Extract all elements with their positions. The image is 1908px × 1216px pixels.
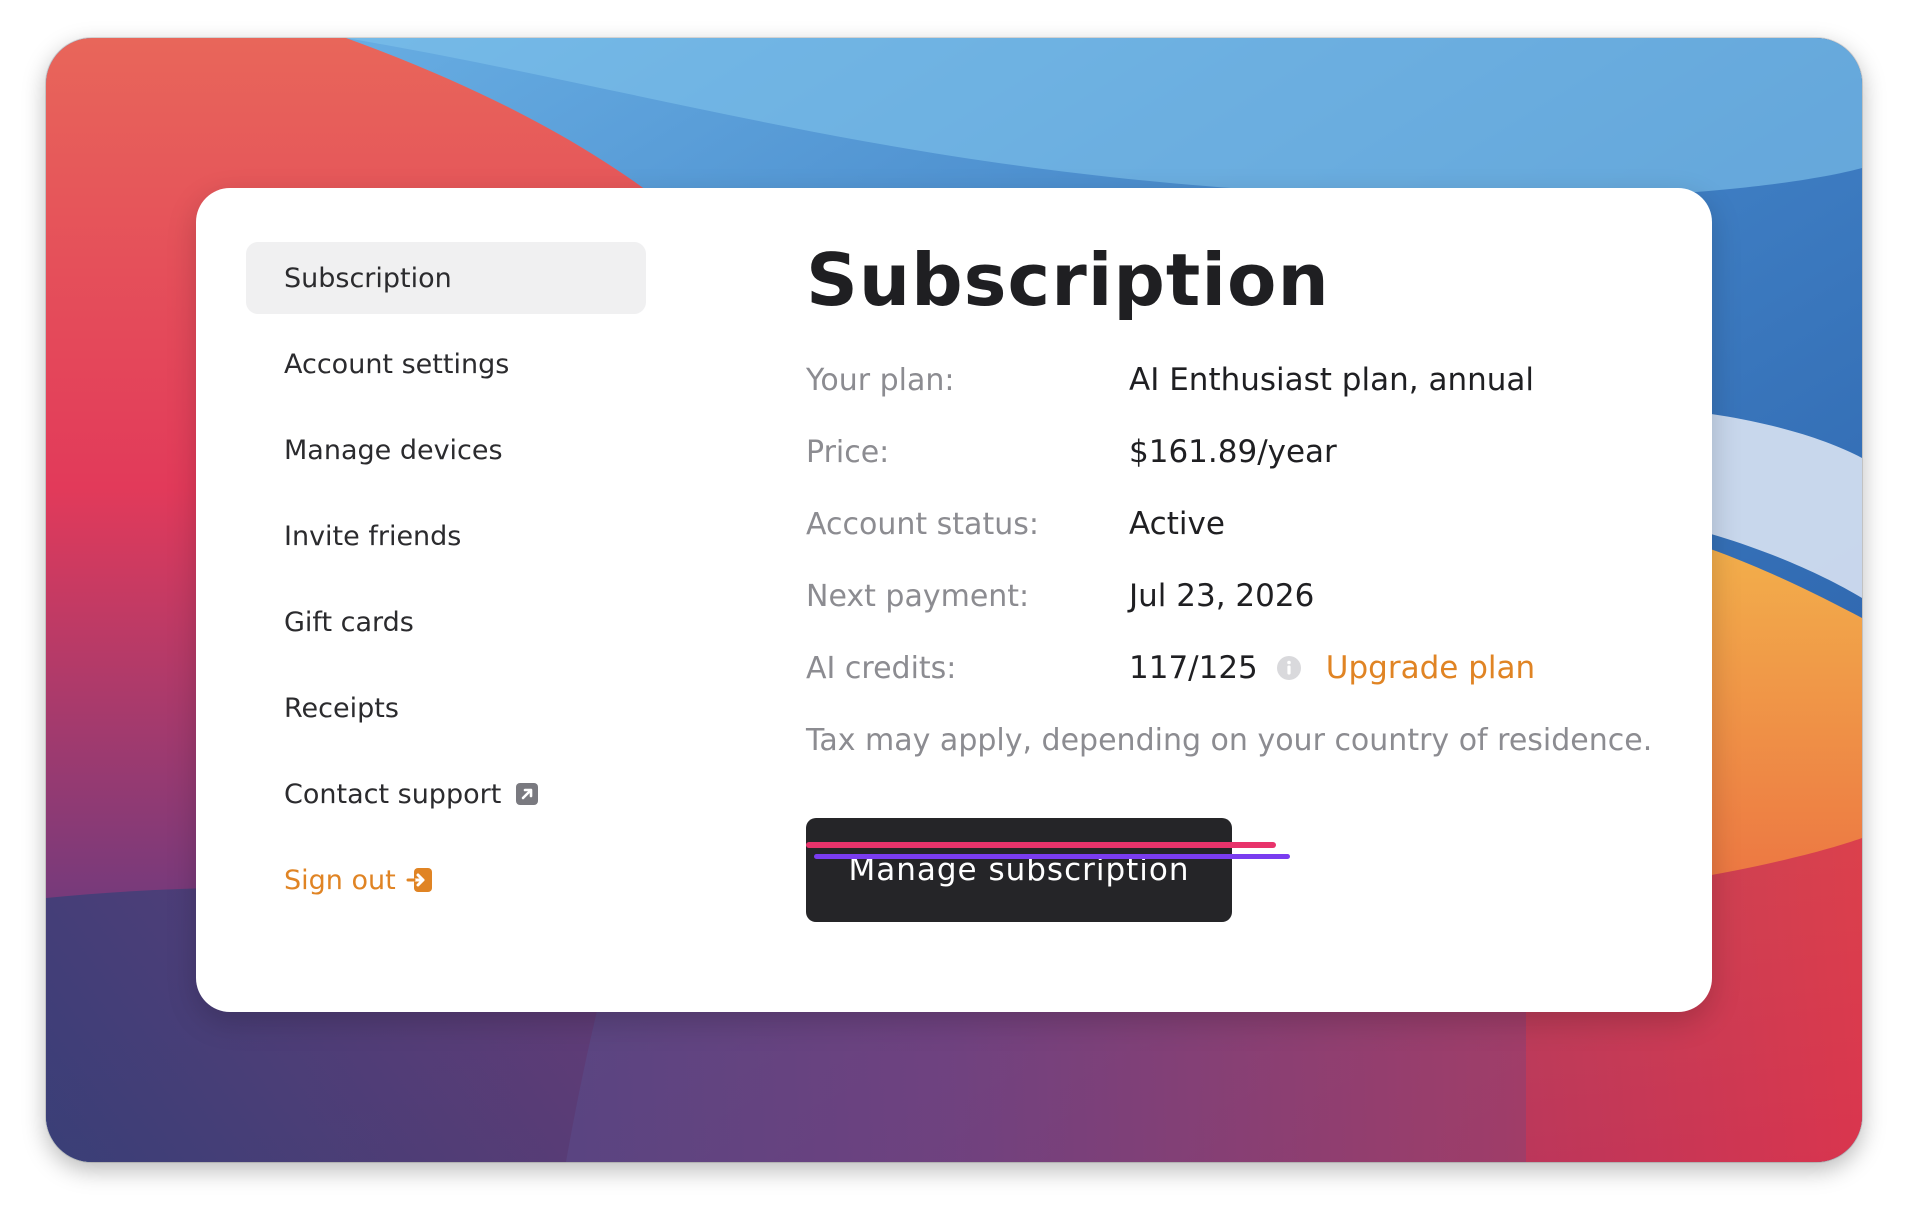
sidebar-item-label: Contact support xyxy=(284,778,502,810)
status-value: Active xyxy=(1129,506,1225,542)
sidebar-item-label: Manage devices xyxy=(284,434,503,466)
sidebar-item-receipts[interactable]: Receipts xyxy=(246,672,646,744)
plan-label: Your plan: xyxy=(806,362,955,398)
next-payment-value: Jul 23, 2026 xyxy=(1129,578,1315,614)
sidebar-item-sign-out[interactable]: Sign out xyxy=(246,844,646,916)
sign-out-icon xyxy=(406,866,434,894)
sidebar-item-account-settings[interactable]: Account settings xyxy=(246,328,646,400)
status-row: Account status: Active xyxy=(806,488,1666,560)
sidebar-item-contact-support[interactable]: Contact support xyxy=(246,758,646,830)
sidebar-item-invite-friends[interactable]: Invite friends xyxy=(246,500,646,572)
subscription-details: Your plan: AI Enthusiast plan, annual Pr… xyxy=(806,344,1666,859)
sidebar: Subscription Account settings Manage dev… xyxy=(246,242,646,930)
sidebar-item-label: Receipts xyxy=(284,692,399,724)
sidebar-item-label: Invite friends xyxy=(284,520,462,552)
sidebar-item-label: Account settings xyxy=(284,348,510,380)
tax-note: Tax may apply, depending on your country… xyxy=(806,723,1653,758)
external-link-icon xyxy=(515,782,539,806)
ai-credits-label: AI credits: xyxy=(806,650,957,686)
price-value: $161.89/year xyxy=(1129,434,1337,470)
next-payment-label: Next payment: xyxy=(806,578,1030,614)
ai-credits-row: AI credits: 117/125 Upgrade plan xyxy=(806,632,1666,704)
sidebar-item-label: Sign out xyxy=(284,864,396,896)
plan-row: Your plan: AI Enthusiast plan, annual xyxy=(806,344,1666,416)
sidebar-item-subscription[interactable]: Subscription xyxy=(246,242,646,314)
sidebar-item-gift-cards[interactable]: Gift cards xyxy=(246,586,646,658)
price-row: Price: $161.89/year xyxy=(806,416,1666,488)
credits-underline-purple xyxy=(814,854,1290,859)
credits-underline-red xyxy=(806,842,1276,848)
ai-credits-value: 117/125 xyxy=(1129,650,1258,686)
upgrade-plan-link[interactable]: Upgrade plan xyxy=(1326,650,1535,686)
status-label: Account status: xyxy=(806,506,1039,542)
plan-value: AI Enthusiast plan, annual xyxy=(1129,362,1534,398)
settings-card: Subscription Account settings Manage dev… xyxy=(196,188,1712,1012)
page-title: Subscription xyxy=(806,238,1330,322)
price-label: Price: xyxy=(806,434,890,470)
subscription-panel: Subscription Your plan: AI Enthusiast pl… xyxy=(806,230,1666,922)
next-payment-row: Next payment: Jul 23, 2026 xyxy=(806,560,1666,632)
info-icon[interactable] xyxy=(1276,655,1302,681)
sidebar-item-manage-devices[interactable]: Manage devices xyxy=(246,414,646,486)
sidebar-item-label: Gift cards xyxy=(284,606,414,638)
sidebar-item-label: Subscription xyxy=(284,262,452,294)
manage-subscription-button[interactable]: Manage subscription xyxy=(806,818,1232,922)
